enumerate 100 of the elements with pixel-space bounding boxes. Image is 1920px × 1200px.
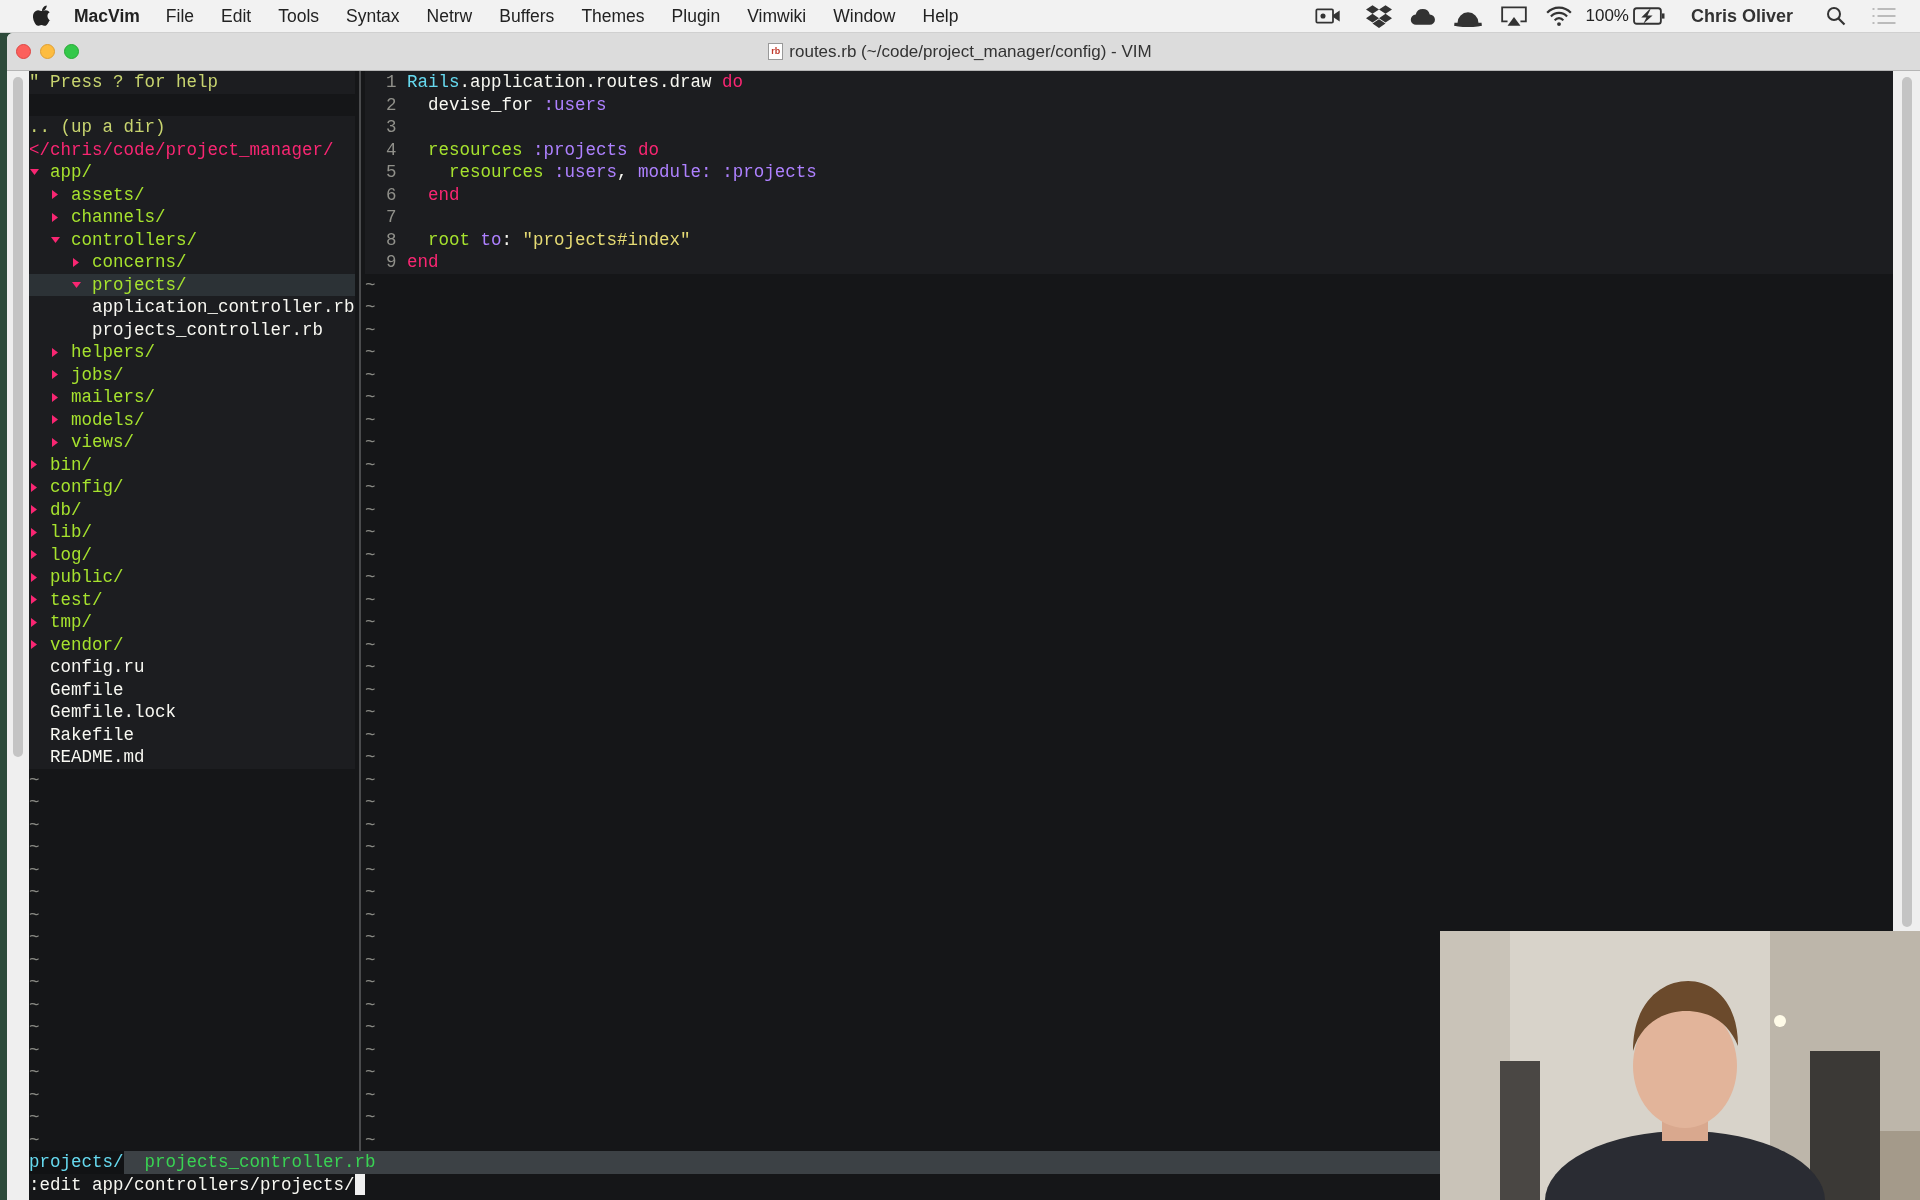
tree-item[interactable]: concerns/ bbox=[29, 251, 355, 274]
empty-line-marker: ~ bbox=[365, 1083, 376, 1106]
code-line: root to: "projects#index" bbox=[427, 228, 691, 251]
file-icon: rb bbox=[768, 43, 784, 60]
empty-line-marker: ~ bbox=[29, 791, 40, 814]
tree-item[interactable]: Rakefile bbox=[29, 723, 355, 746]
scrollbar[interactable] bbox=[13, 77, 23, 757]
menu-item[interactable]: Netrw bbox=[426, 2, 473, 30]
tree-item[interactable]: controllers/ bbox=[29, 228, 355, 251]
line-number: 5 bbox=[385, 161, 397, 184]
apple-icon[interactable] bbox=[33, 5, 51, 27]
menu-item[interactable]: Themes bbox=[581, 2, 645, 30]
close-button[interactable] bbox=[16, 44, 31, 59]
empty-line-marker: ~ bbox=[365, 768, 376, 791]
boxes-icon[interactable] bbox=[1366, 4, 1393, 28]
line-number: 2 bbox=[385, 93, 397, 116]
user-name[interactable]: Chris Oliver bbox=[1690, 2, 1793, 30]
empty-line-marker: ~ bbox=[365, 678, 376, 701]
empty-line-marker: ~ bbox=[365, 363, 376, 386]
code-line: end bbox=[407, 251, 439, 274]
menu-item[interactable]: Buffers bbox=[499, 2, 555, 30]
code-line: resources :users, module: :projects bbox=[448, 161, 817, 184]
empty-line-marker: ~ bbox=[365, 588, 376, 611]
menu-item[interactable]: Edit bbox=[221, 2, 252, 30]
menu-item[interactable]: Plugin bbox=[671, 2, 721, 30]
code-line: devise_for :users bbox=[427, 93, 607, 116]
empty-line-marker: ~ bbox=[365, 813, 376, 836]
menu-item[interactable]: File bbox=[165, 2, 195, 30]
line-number: 3 bbox=[385, 116, 397, 139]
tree-item[interactable]: projects/ bbox=[29, 273, 355, 296]
tree-item[interactable]: vendor/ bbox=[29, 633, 355, 656]
empty-line-marker: ~ bbox=[365, 476, 376, 499]
airplay-icon[interactable] bbox=[1500, 5, 1529, 27]
cloud-icon[interactable] bbox=[1410, 6, 1437, 26]
tree-item[interactable]: application_controller.rb bbox=[29, 296, 355, 319]
empty-line-marker: ~ bbox=[29, 1016, 40, 1039]
tree-item[interactable]: test/ bbox=[29, 588, 355, 611]
tree-item[interactable]: Gemfile.lock bbox=[29, 701, 355, 724]
empty-line-marker: ~ bbox=[29, 813, 40, 836]
empty-line-marker: ~ bbox=[365, 498, 376, 521]
menu-item[interactable]: Vimwiki bbox=[747, 2, 807, 30]
tree-item[interactable]: views/ bbox=[29, 431, 355, 454]
command-line[interactable]: :edit app/controllers/projects/ bbox=[29, 1173, 355, 1196]
tree-item[interactable]: bin/ bbox=[29, 453, 355, 476]
empty-line-marker: ~ bbox=[365, 318, 376, 341]
search-icon[interactable] bbox=[1826, 6, 1846, 26]
empty-line-marker: ~ bbox=[29, 993, 40, 1016]
empty-line-marker: ~ bbox=[29, 768, 40, 791]
tree-item[interactable]: assets/ bbox=[29, 183, 355, 206]
tree-item[interactable]: config.ru bbox=[29, 656, 355, 679]
tree-item[interactable]: log/ bbox=[29, 543, 355, 566]
empty-line-marker: ~ bbox=[365, 1106, 376, 1129]
line-number: 8 bbox=[385, 228, 397, 251]
scrollbar[interactable] bbox=[1901, 77, 1912, 927]
tree-item[interactable]: mailers/ bbox=[29, 386, 355, 409]
empty-line-marker: ~ bbox=[29, 926, 40, 949]
empty-line-marker: ~ bbox=[365, 903, 376, 926]
tree-item[interactable]: db/ bbox=[29, 498, 355, 521]
tree-item[interactable]: README.md bbox=[29, 746, 355, 769]
tree-item[interactable]: config/ bbox=[29, 476, 355, 499]
app-menu[interactable]: MacVim bbox=[74, 2, 140, 30]
line-number: 9 bbox=[385, 251, 397, 274]
empty-line-marker: ~ bbox=[365, 633, 376, 656]
help-comment: " Press ? for help bbox=[29, 71, 219, 94]
completion-option[interactable]: projects/ bbox=[29, 1151, 124, 1174]
empty-line-marker: ~ bbox=[29, 836, 40, 859]
empty-line-marker: ~ bbox=[365, 1061, 376, 1084]
tree-item[interactable]: projects_controller.rb bbox=[29, 318, 355, 341]
tree-item[interactable]: Gemfile bbox=[29, 678, 355, 701]
tree-item[interactable]: models/ bbox=[29, 408, 355, 431]
tree-item[interactable]: channels/ bbox=[29, 206, 355, 229]
menu-item[interactable]: Help bbox=[922, 2, 959, 30]
menu-item[interactable]: Syntax bbox=[346, 2, 400, 30]
wifi-icon[interactable] bbox=[1545, 5, 1574, 27]
empty-line-marker: ~ bbox=[29, 903, 40, 926]
tree-item[interactable]: tmp/ bbox=[29, 611, 355, 634]
empty-line-marker: ~ bbox=[365, 791, 376, 814]
empty-line-marker: ~ bbox=[365, 1038, 376, 1061]
empty-line-marker: ~ bbox=[365, 296, 376, 319]
tree-item[interactable]: jobs/ bbox=[29, 363, 355, 386]
empty-line-marker: ~ bbox=[365, 746, 376, 769]
empty-line-marker: ~ bbox=[365, 948, 376, 971]
battery-charging-icon[interactable] bbox=[1632, 6, 1665, 26]
tree-item[interactable]: lib/ bbox=[29, 521, 355, 544]
battery-percentage: 100% bbox=[1585, 5, 1629, 28]
line-number: 6 bbox=[385, 183, 397, 206]
tree-item[interactable]: public/ bbox=[29, 566, 355, 589]
empty-line-marker: ~ bbox=[29, 858, 40, 881]
empty-line-marker: ~ bbox=[365, 273, 376, 296]
video-camera-icon[interactable] bbox=[1315, 6, 1342, 26]
empty-line-marker: ~ bbox=[29, 881, 40, 904]
tree-item[interactable]: app/ bbox=[29, 161, 355, 184]
line-number: 1 bbox=[385, 71, 397, 94]
menu-item[interactable]: Tools bbox=[278, 2, 320, 30]
menu-item[interactable]: Window bbox=[833, 2, 896, 30]
tree-item[interactable]: helpers/ bbox=[29, 341, 355, 364]
completion-option[interactable]: projects_controller.rb bbox=[123, 1151, 376, 1174]
empty-line-marker: ~ bbox=[365, 543, 376, 566]
empty-line-marker: ~ bbox=[29, 1106, 40, 1129]
empty-line-marker: ~ bbox=[365, 1016, 376, 1039]
